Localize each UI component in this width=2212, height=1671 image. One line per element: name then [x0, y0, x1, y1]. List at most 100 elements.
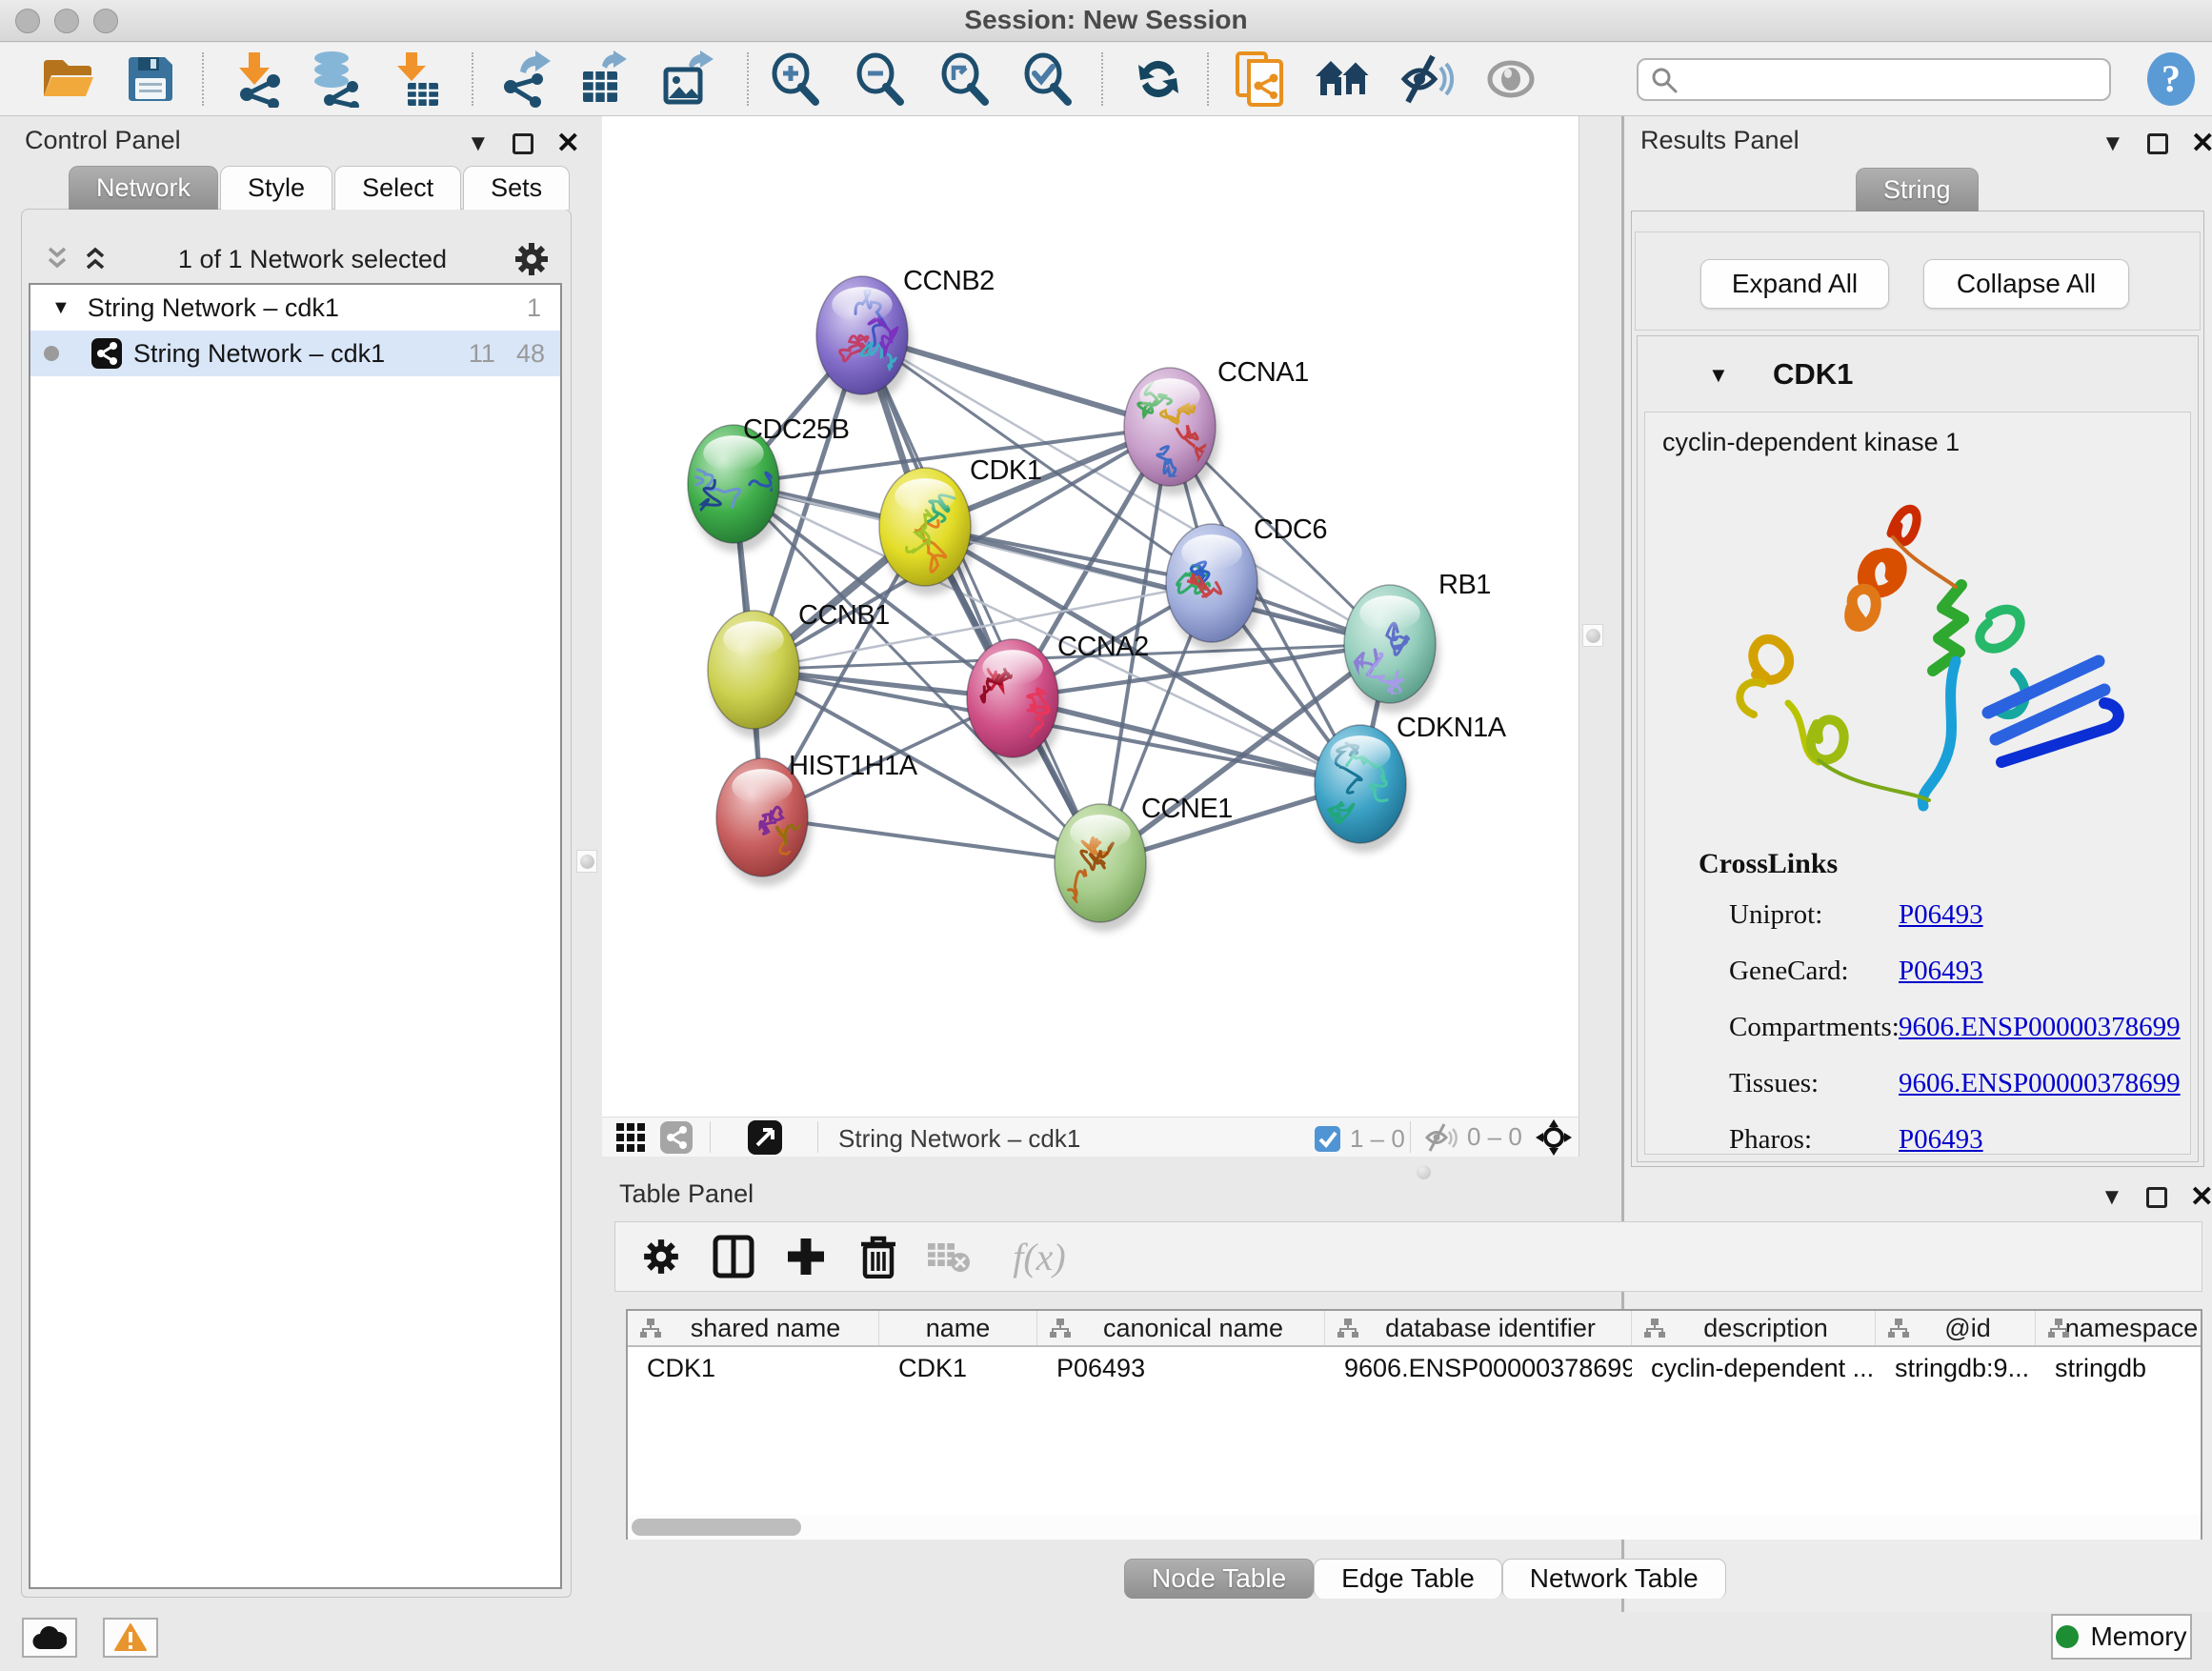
- table-cell[interactable]: 9606.ENSP00000378699: [1325, 1347, 1632, 1389]
- tab-network[interactable]: Network: [69, 166, 218, 210]
- column-header-description[interactable]: description: [1632, 1311, 1876, 1345]
- network-node-CCNB1[interactable]: CCNB1: [708, 600, 890, 738]
- network-node-CDC6[interactable]: CDC6: [1166, 514, 1327, 652]
- tab-string[interactable]: String: [1856, 168, 1979, 211]
- table-cell[interactable]: CDK1: [628, 1347, 879, 1389]
- tab-sets[interactable]: Sets: [463, 166, 570, 210]
- collapse-all-icon[interactable]: [42, 245, 74, 273]
- expand-all-icon[interactable]: [80, 245, 112, 273]
- table-cell[interactable]: cyclin-dependent ...: [1632, 1347, 1876, 1389]
- horizontal-splitter-handle[interactable]: [1417, 1165, 1431, 1179]
- network-node-CCNB2[interactable]: CCNB2: [816, 266, 995, 404]
- right-splitter-handle[interactable]: [1582, 624, 1603, 647]
- column-header-id[interactable]: @id: [1876, 1311, 2036, 1345]
- network-edge[interactable]: [862, 335, 1100, 863]
- tab-select[interactable]: Select: [334, 166, 461, 210]
- import-network-from-database-button[interactable]: [305, 49, 366, 110]
- collapse-all-button[interactable]: Collapse All: [1923, 259, 2129, 309]
- cloud-status-button[interactable]: [22, 1618, 77, 1658]
- import-table-button[interactable]: [385, 49, 446, 110]
- column-header-databaseidentifier[interactable]: database identifier: [1325, 1311, 1632, 1345]
- panel-menu-icon[interactable]: ▼: [2101, 1186, 2123, 1209]
- export-network-button[interactable]: [494, 49, 555, 110]
- tab-edge-table[interactable]: Edge Table: [1314, 1559, 1502, 1599]
- crosslink-link[interactable]: 9606.ENSP00000378699: [1899, 1068, 2181, 1099]
- grid-mode-button[interactable]: [610, 1118, 652, 1157]
- crosslink-link[interactable]: P06493: [1899, 956, 1983, 987]
- export-image-button[interactable]: [657, 49, 718, 110]
- apply-layout-button[interactable]: [1128, 49, 1189, 110]
- tab-node-table[interactable]: Node Table: [1124, 1559, 1314, 1599]
- network-view-canvas[interactable]: CCNB2CCNA1CDC25BCDK1CDC6RB1CCNB1CCNA2CDK…: [602, 116, 1579, 1117]
- network-node-CDK1[interactable]: CDK1: [879, 455, 1041, 595]
- column-header-canonicalname[interactable]: canonical name: [1037, 1311, 1325, 1345]
- search-field[interactable]: [1686, 63, 2109, 97]
- close-panel-icon[interactable]: ✕: [2190, 1183, 2212, 1212]
- import-network-file-button[interactable]: [227, 49, 288, 110]
- column-header-name[interactable]: name: [879, 1311, 1037, 1345]
- network-node-HIST1H1A[interactable]: HIST1H1A: [716, 751, 918, 886]
- close-window-button[interactable]: [15, 9, 40, 33]
- search-input[interactable]: [1637, 58, 2111, 101]
- function-builder-button[interactable]: f(x): [996, 1230, 1082, 1283]
- table-horizontal-scrollbar[interactable]: [628, 1515, 2201, 1540]
- expand-all-button[interactable]: Expand All: [1700, 259, 1889, 309]
- crosslink-link[interactable]: P06493: [1899, 899, 1983, 931]
- scrollbar-thumb[interactable]: [632, 1519, 801, 1536]
- show-columns-button[interactable]: [707, 1230, 760, 1283]
- network-node-RB1[interactable]: RB1: [1344, 570, 1491, 713]
- network-collection-row[interactable]: ▼ String Network – cdk1 1: [30, 285, 560, 331]
- network-graph[interactable]: CCNB2CCNA1CDC25BCDK1CDC6RB1CCNB1CCNA2CDK…: [602, 116, 1579, 1117]
- delete-table-button[interactable]: [922, 1230, 975, 1283]
- zoom-out-button[interactable]: [849, 49, 910, 110]
- zoom-fit-button[interactable]: [934, 49, 995, 110]
- gear-icon[interactable]: [513, 240, 551, 278]
- network-edge[interactable]: [762, 817, 1100, 863]
- help-button[interactable]: ?: [2141, 49, 2202, 110]
- node-table[interactable]: shared namenamecanonical namedatabase id…: [626, 1309, 2202, 1540]
- show-all-networks-button[interactable]: [1313, 49, 1374, 110]
- table-cell[interactable]: stringdb:9...: [1876, 1347, 2036, 1389]
- show-hidden-button[interactable]: [1480, 49, 1541, 110]
- column-header-namespace[interactable]: namespace: [2036, 1311, 2202, 1345]
- network-node-CDC25B[interactable]: CDC25B: [678, 414, 849, 553]
- export-table-button[interactable]: [574, 49, 635, 110]
- network-row[interactable]: String Network – cdk1 11 48: [30, 331, 560, 376]
- clone-network-button[interactable]: [1230, 49, 1291, 110]
- table-cell[interactable]: CDK1: [879, 1347, 1037, 1389]
- tab-network-table[interactable]: Network Table: [1502, 1559, 1726, 1599]
- float-panel-icon[interactable]: [513, 133, 533, 154]
- open-session-button[interactable]: [37, 49, 98, 110]
- close-panel-icon[interactable]: ✕: [556, 130, 580, 158]
- network-mode-button[interactable]: [655, 1118, 697, 1157]
- table-cell[interactable]: P06493: [1037, 1347, 1325, 1389]
- float-panel-icon[interactable]: [2146, 1187, 2167, 1208]
- panel-menu-icon[interactable]: ▼: [2101, 132, 2124, 155]
- crosslink-link[interactable]: P06493: [1899, 1124, 1983, 1156]
- crosslink-link[interactable]: 9606.ENSP00000378699: [1899, 1012, 2181, 1043]
- section-collapse-icon[interactable]: ▼: [1708, 363, 1729, 388]
- selected-checkbox-icon[interactable]: [1315, 1126, 1340, 1152]
- table-row[interactable]: CDK1CDK1P064939606.ENSP00000378699cyclin…: [628, 1347, 2201, 1389]
- memory-button[interactable]: Memory: [2051, 1614, 2192, 1660]
- float-panel-icon[interactable]: [2147, 133, 2168, 154]
- zoom-window-button[interactable]: [93, 9, 118, 33]
- window-controls[interactable]: [15, 9, 118, 33]
- selection-mode-button[interactable]: [1532, 1118, 1576, 1157]
- birds-eye-view-button[interactable]: [743, 1118, 787, 1157]
- network-node-CCNE1[interactable]: CCNE1: [1055, 794, 1233, 932]
- delete-column-button[interactable]: [852, 1230, 905, 1283]
- save-session-button[interactable]: [120, 49, 181, 110]
- network-node-CCNA2[interactable]: CCNA2: [967, 632, 1149, 767]
- column-header-sharedname[interactable]: shared name: [628, 1311, 879, 1345]
- create-column-button[interactable]: [779, 1230, 833, 1283]
- warnings-button[interactable]: [103, 1618, 158, 1658]
- close-panel-icon[interactable]: ✕: [2191, 130, 2212, 158]
- panel-menu-icon[interactable]: ▼: [467, 132, 490, 155]
- left-splitter-handle[interactable]: [576, 850, 597, 873]
- zoom-in-button[interactable]: [764, 49, 825, 110]
- table-settings-button[interactable]: [634, 1230, 688, 1283]
- collapse-triangle-icon[interactable]: ▼: [51, 297, 70, 319]
- zoom-selected-button[interactable]: [1016, 49, 1077, 110]
- tab-style[interactable]: Style: [220, 166, 332, 210]
